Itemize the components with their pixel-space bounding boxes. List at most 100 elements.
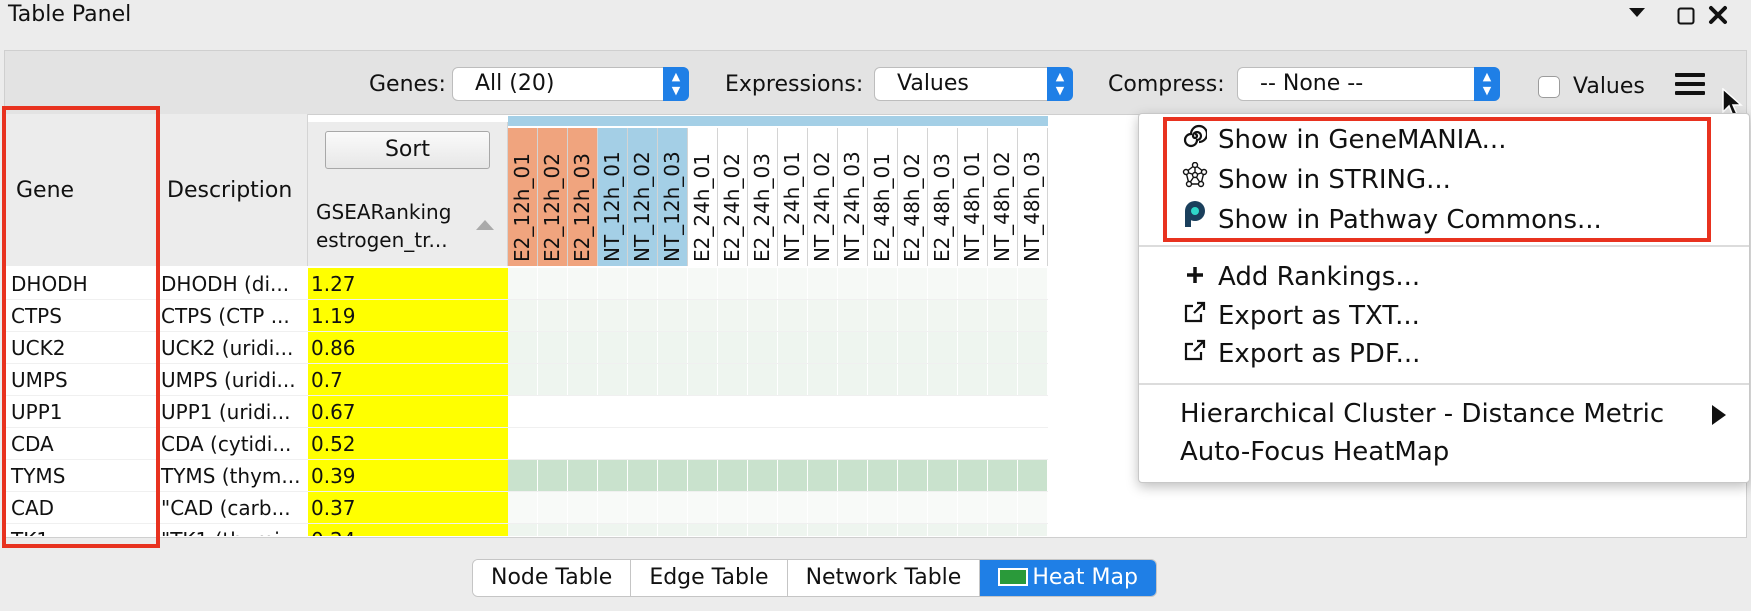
sample-column-label: NT_12h_01 — [600, 151, 624, 262]
heatmap-cell — [718, 460, 748, 491]
heatmap-cell — [658, 428, 688, 459]
table-row[interactable]: TYMS TYMS (thym... 0.39 — [5, 460, 1048, 492]
menu-item-export-pdf[interactable]: Export as PDF... — [1180, 338, 1420, 369]
compress-select[interactable]: -- None -- ▲ ▼ — [1237, 67, 1500, 101]
heatmap-cells — [508, 524, 1048, 536]
sample-column-header[interactable]: E2_48h_01 — [868, 128, 898, 266]
heatmap-cell — [538, 300, 568, 331]
heatmap-cell — [958, 364, 988, 395]
table-row[interactable]: DHODH DHODH (di... 1.27 — [5, 268, 1048, 300]
heatmap-cell — [748, 396, 778, 427]
gene-column-highlight-box — [2, 106, 160, 548]
tab-node-table[interactable]: Node Table — [473, 560, 632, 596]
sample-column-header[interactable]: E2_24h_01 — [688, 128, 718, 266]
values-checkbox[interactable] — [1538, 76, 1560, 98]
heatmap-cell — [868, 460, 898, 491]
sample-column-label: NT_12h_02 — [630, 151, 654, 262]
sample-column-header[interactable]: NT_48h_01 — [958, 128, 988, 266]
table-row[interactable]: UMPS UMPS (uridi... 0.7 — [5, 364, 1048, 396]
genes-select[interactable]: All (20) ▲ ▼ — [452, 67, 689, 101]
maximize-square-icon[interactable] — [1677, 6, 1695, 32]
sample-column-label: E2_12h_01 — [510, 153, 534, 262]
heatmap-cell — [568, 492, 598, 523]
sample-column-header[interactable]: NT_48h_02 — [988, 128, 1018, 266]
heatmap-cell — [718, 332, 748, 363]
sample-column-header[interactable]: E2_12h_01 — [508, 128, 538, 266]
heatmap-cell — [808, 364, 838, 395]
tab-heat-map[interactable]: Heat Map — [980, 560, 1156, 596]
heatmap-cells — [508, 300, 1048, 331]
compress-label: Compress: — [1108, 72, 1225, 97]
sample-column-header[interactable]: NT_12h_01 — [598, 128, 628, 266]
heatmap-cell — [508, 332, 538, 363]
sample-column-header[interactable]: E2_48h_02 — [898, 128, 928, 266]
sample-column-header[interactable]: NT_24h_02 — [808, 128, 838, 266]
sample-column-header[interactable]: NT_12h_02 — [628, 128, 658, 266]
tab-network-table[interactable]: Network Table — [787, 560, 981, 596]
sample-column-headers: E2_12h_01 E2_12h_02 E2_12h_03 NT_12h_01 NT_1… — [508, 128, 1048, 266]
heatmap-cell — [958, 460, 988, 491]
close-icon[interactable] — [1708, 5, 1728, 32]
menu-item-auto-focus-heatmap[interactable]: Auto-Focus HeatMap — [1180, 437, 1449, 467]
genes-select-value: All (20) — [475, 71, 555, 96]
heatmap-cell — [1018, 396, 1048, 427]
table-row[interactable]: CDA CDA (cytidi... 0.52 — [5, 428, 1048, 460]
heatmap-cell — [928, 332, 958, 363]
sample-column-header[interactable]: E2_12h_03 — [568, 128, 598, 266]
table-row[interactable]: CAD "CAD (carb... 0.37 — [5, 492, 1048, 524]
sample-column-header[interactable]: NT_24h_01 — [778, 128, 808, 266]
ranking-column-subheader: estrogen_tr... — [316, 228, 448, 252]
heatmap-cell — [538, 364, 568, 395]
menu-item-export-txt[interactable]: Export as TXT... — [1180, 300, 1420, 331]
table-row[interactable]: TK1"TK1 (thymi...0.24 — [5, 524, 1048, 536]
heatmap-cell — [628, 268, 658, 299]
heatmap-cell — [688, 300, 718, 331]
sample-column-label: E2_12h_03 — [570, 153, 594, 262]
heatmap-cell — [838, 268, 868, 299]
tab-edge-table[interactable]: Edge Table — [631, 560, 788, 596]
menu-item-add-rankings[interactable]: Add Rankings... — [1180, 262, 1420, 292]
menu-item-hierarchical-cluster[interactable]: Hierarchical Cluster - Distance Metric — [1180, 399, 1664, 429]
description-cell: DHODH (di... — [161, 272, 290, 296]
sample-column-label: E2_48h_01 — [870, 153, 894, 262]
heatmap-cell — [658, 460, 688, 491]
heatmap-cell — [538, 492, 568, 523]
sample-column-header[interactable]: NT_48h_03 — [1018, 128, 1048, 266]
heatmap-cell — [1018, 300, 1048, 331]
minimize-chevron-icon[interactable] — [1627, 2, 1647, 29]
sample-column-label: E2_24h_01 — [690, 153, 714, 262]
heatmap-cell — [568, 300, 598, 331]
heatmap-cell — [868, 428, 898, 459]
heatmap-cell — [508, 396, 538, 427]
sample-column-header[interactable]: E2_24h_03 — [748, 128, 778, 266]
table-row[interactable]: UPP1 UPP1 (uridi... 0.67 — [5, 396, 1048, 428]
genes-label: Genes: — [369, 72, 446, 97]
heatmap-cell — [838, 428, 868, 459]
sample-column-header[interactable]: E2_24h_02 — [718, 128, 748, 266]
heatmap-cell — [838, 300, 868, 331]
expressions-select[interactable]: Values ▲ ▼ — [874, 67, 1073, 101]
sample-column-header[interactable]: NT_12h_03 — [658, 128, 688, 266]
sample-column-label: NT_24h_03 — [840, 151, 864, 262]
heatmap-cell — [748, 332, 778, 363]
heatmap-cell — [868, 364, 898, 395]
heatmap-cells — [508, 268, 1048, 299]
heatmap-cell — [628, 396, 658, 427]
sort-button[interactable]: Sort — [325, 131, 490, 169]
heatmap-cell — [538, 428, 568, 459]
table-row[interactable]: UCK2 UCK2 (uridi... 0.86 — [5, 332, 1048, 364]
heatmap-cell — [808, 332, 838, 363]
heatmap-cell — [598, 460, 628, 491]
sample-column-header[interactable]: NT_24h_03 — [838, 128, 868, 266]
heatmap-cell — [718, 492, 748, 523]
heatmap-cell — [868, 524, 898, 536]
sample-column-label: E2_48h_03 — [930, 153, 954, 262]
heatmap-cell — [718, 524, 748, 536]
description-column-header: Description — [167, 178, 293, 203]
sort-ascending-icon — [476, 220, 494, 230]
sample-column-header[interactable]: E2_48h_03 — [928, 128, 958, 266]
hamburger-menu-icon[interactable] — [1675, 73, 1705, 99]
table-row[interactable]: CTPS CTPS (CTP ... 1.19 — [5, 300, 1048, 332]
sample-column-header[interactable]: E2_12h_02 — [538, 128, 568, 266]
heatmap-cell — [988, 428, 1018, 459]
